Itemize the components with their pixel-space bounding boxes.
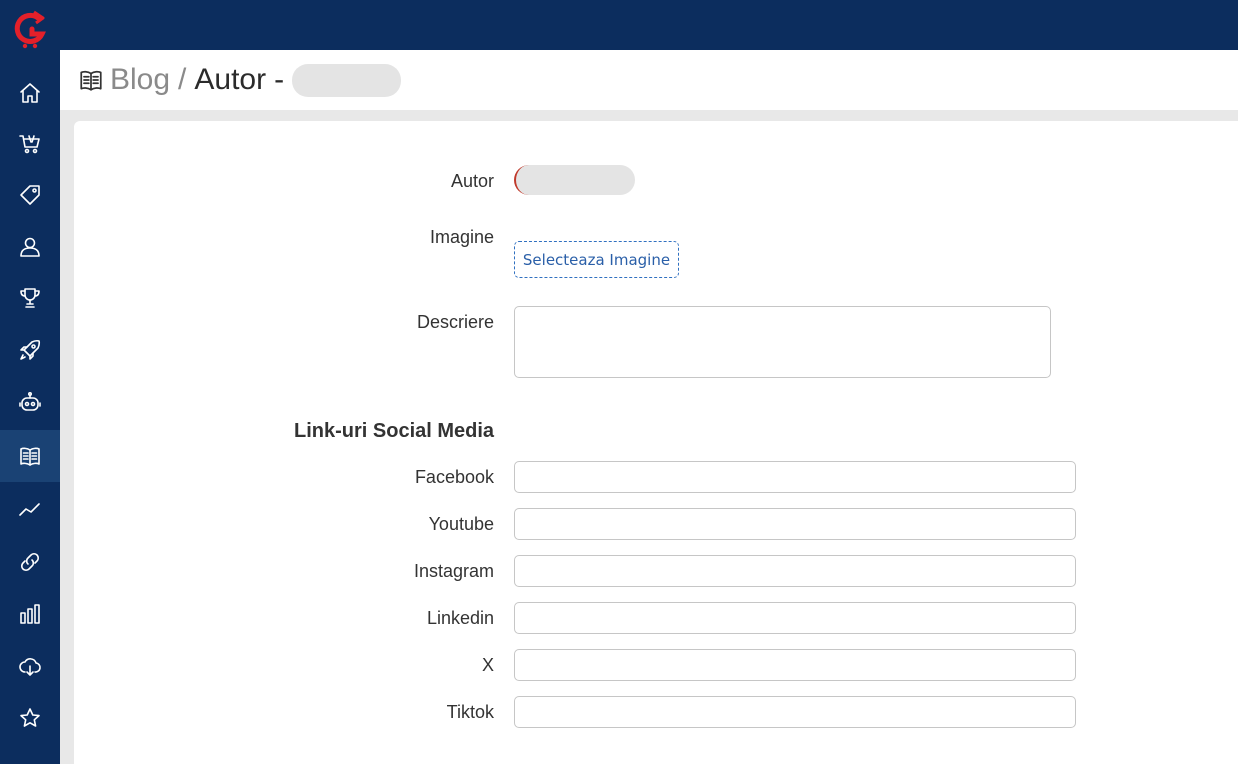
sidebar-item-marketing[interactable]: [0, 324, 60, 376]
facebook-label: Facebook: [414, 467, 494, 487]
sidebar-item-reviews[interactable]: [0, 692, 60, 744]
instagram-label: Instagram: [413, 561, 494, 581]
robot-icon: [19, 391, 41, 411]
linkedin-input[interactable]: [514, 602, 1076, 634]
bar-chart-icon: [20, 604, 40, 624]
cart-icon: [19, 135, 40, 154]
trend-icon: [19, 503, 40, 516]
youtube-label: Youtube: [428, 514, 494, 534]
sidebar-item-blog[interactable]: [0, 430, 60, 482]
star-icon: [20, 708, 40, 727]
page-header: Blog / Autor -: [60, 50, 1238, 110]
sidebar-item-automation[interactable]: [0, 376, 60, 428]
sidebar-item-import[interactable]: [0, 640, 60, 692]
link-icon: [20, 552, 40, 572]
youtube-input[interactable]: [514, 508, 1076, 540]
sidebar-item-home[interactable]: [0, 67, 60, 119]
partial-icon: [18, 758, 42, 764]
descriere-label: Descriere: [416, 312, 494, 332]
sidebar-item-rewards[interactable]: [0, 272, 60, 324]
sidebar: [0, 0, 60, 764]
trophy-icon: [20, 288, 40, 308]
book-icon: [78, 67, 104, 93]
sidebar-item-orders[interactable]: [0, 118, 60, 170]
tag-icon: [20, 185, 40, 205]
tiktok-label: Tiktok: [446, 702, 494, 722]
users-icon: [20, 237, 40, 257]
cloud-download-icon: [19, 658, 41, 676]
app-logo[interactable]: [12, 10, 48, 50]
instagram-input[interactable]: [514, 555, 1076, 587]
top-bar: [60, 0, 1238, 50]
redacted-author-name: [292, 63, 402, 97]
descriere-textarea[interactable]: [514, 306, 1051, 378]
x-label: X: [481, 655, 494, 675]
select-image-button[interactable]: Selecteaza Imagine: [514, 241, 679, 278]
rocket-icon: [20, 339, 41, 360]
sidebar-item-analytics[interactable]: [0, 484, 60, 536]
facebook-input[interactable]: [514, 461, 1076, 493]
tiktok-input[interactable]: [514, 696, 1076, 728]
x-input[interactable]: [514, 649, 1076, 681]
book-icon: [20, 447, 40, 466]
sidebar-item-customers[interactable]: [0, 221, 60, 273]
sidebar-item-reports[interactable]: [0, 588, 60, 640]
sidebar-item-more[interactable]: [0, 744, 60, 764]
title-dash: -: [274, 63, 285, 96]
sidebar-item-links[interactable]: [0, 536, 60, 588]
home-icon: [20, 83, 40, 103]
page-title: Autor: [194, 63, 267, 96]
redacted-author-value: [514, 165, 635, 195]
imagine-label: Imagine: [429, 227, 494, 247]
breadcrumb-blog[interactable]: Blog: [110, 65, 170, 95]
autor-label: Autor: [450, 171, 494, 191]
sidebar-item-products[interactable]: [0, 169, 60, 221]
linkedin-label: Linkedin: [426, 608, 494, 628]
social-media-section-title: Link-uri Social Media: [294, 420, 495, 442]
breadcrumb-separator: /: [178, 63, 187, 96]
